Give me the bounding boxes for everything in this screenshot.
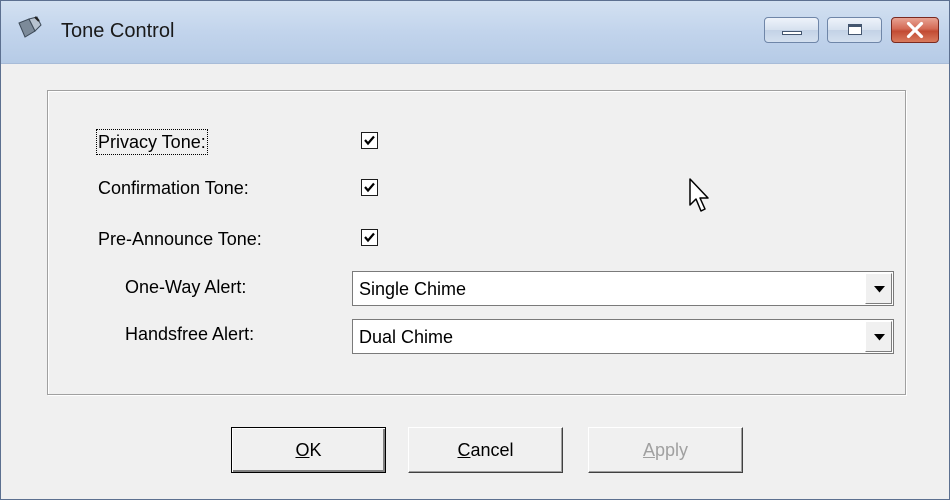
pre-announce-tone-checkbox[interactable] (361, 229, 378, 246)
dropdown-arrow-icon (874, 286, 885, 293)
title-bar[interactable]: Tone Control (1, 1, 949, 64)
maximize-button[interactable] (827, 17, 882, 43)
minimize-button[interactable] (764, 17, 819, 43)
checkmark-icon (364, 232, 375, 243)
cancel-button-mnemonic: C (457, 440, 471, 460)
confirmation-tone-label: Confirmation Tone: (98, 178, 249, 198)
one-way-alert-value: Single Chime (359, 279, 467, 299)
cancel-button[interactable]: Cancel (408, 427, 563, 473)
close-icon (906, 21, 924, 39)
close-button[interactable] (891, 17, 939, 43)
window-title: Tone Control (61, 20, 175, 42)
apply-button-label: pply (654, 440, 689, 460)
ok-button-mnemonic: O (295, 440, 310, 460)
handsfree-alert-value: Dual Chime (359, 327, 454, 347)
pre-announce-tone-label: Pre-Announce Tone: (98, 229, 262, 249)
tone-control-dialog: Tone Control Privacy Tone: Confirmation … (0, 0, 950, 500)
apply-button-mnemonic: A (642, 440, 655, 460)
confirmation-tone-checkbox[interactable] (361, 179, 378, 196)
one-way-alert-label: One-Way Alert: (125, 277, 247, 297)
dropdown-arrow-icon (874, 334, 885, 341)
tone-control-app-icon (15, 15, 43, 43)
checkmark-icon (364, 182, 375, 193)
handsfree-alert-select[interactable]: Dual Chime (352, 319, 894, 354)
apply-button[interactable]: Apply (588, 427, 743, 473)
cancel-button-label: ancel (470, 440, 514, 460)
privacy-tone-label: Privacy Tone: (96, 129, 208, 155)
maximize-icon (848, 24, 862, 35)
privacy-tone-checkbox[interactable] (361, 132, 378, 149)
handsfree-alert-dropdown-button[interactable] (865, 321, 892, 352)
handsfree-alert-label: Handsfree Alert: (125, 324, 255, 344)
one-way-alert-dropdown-button[interactable] (865, 273, 892, 304)
mouse-cursor-icon (689, 178, 709, 212)
minimize-icon (782, 31, 802, 35)
ok-button[interactable]: OK (231, 427, 386, 473)
one-way-alert-select[interactable]: Single Chime (352, 271, 894, 306)
ok-button-label: K (309, 440, 322, 460)
checkmark-icon (364, 135, 375, 146)
